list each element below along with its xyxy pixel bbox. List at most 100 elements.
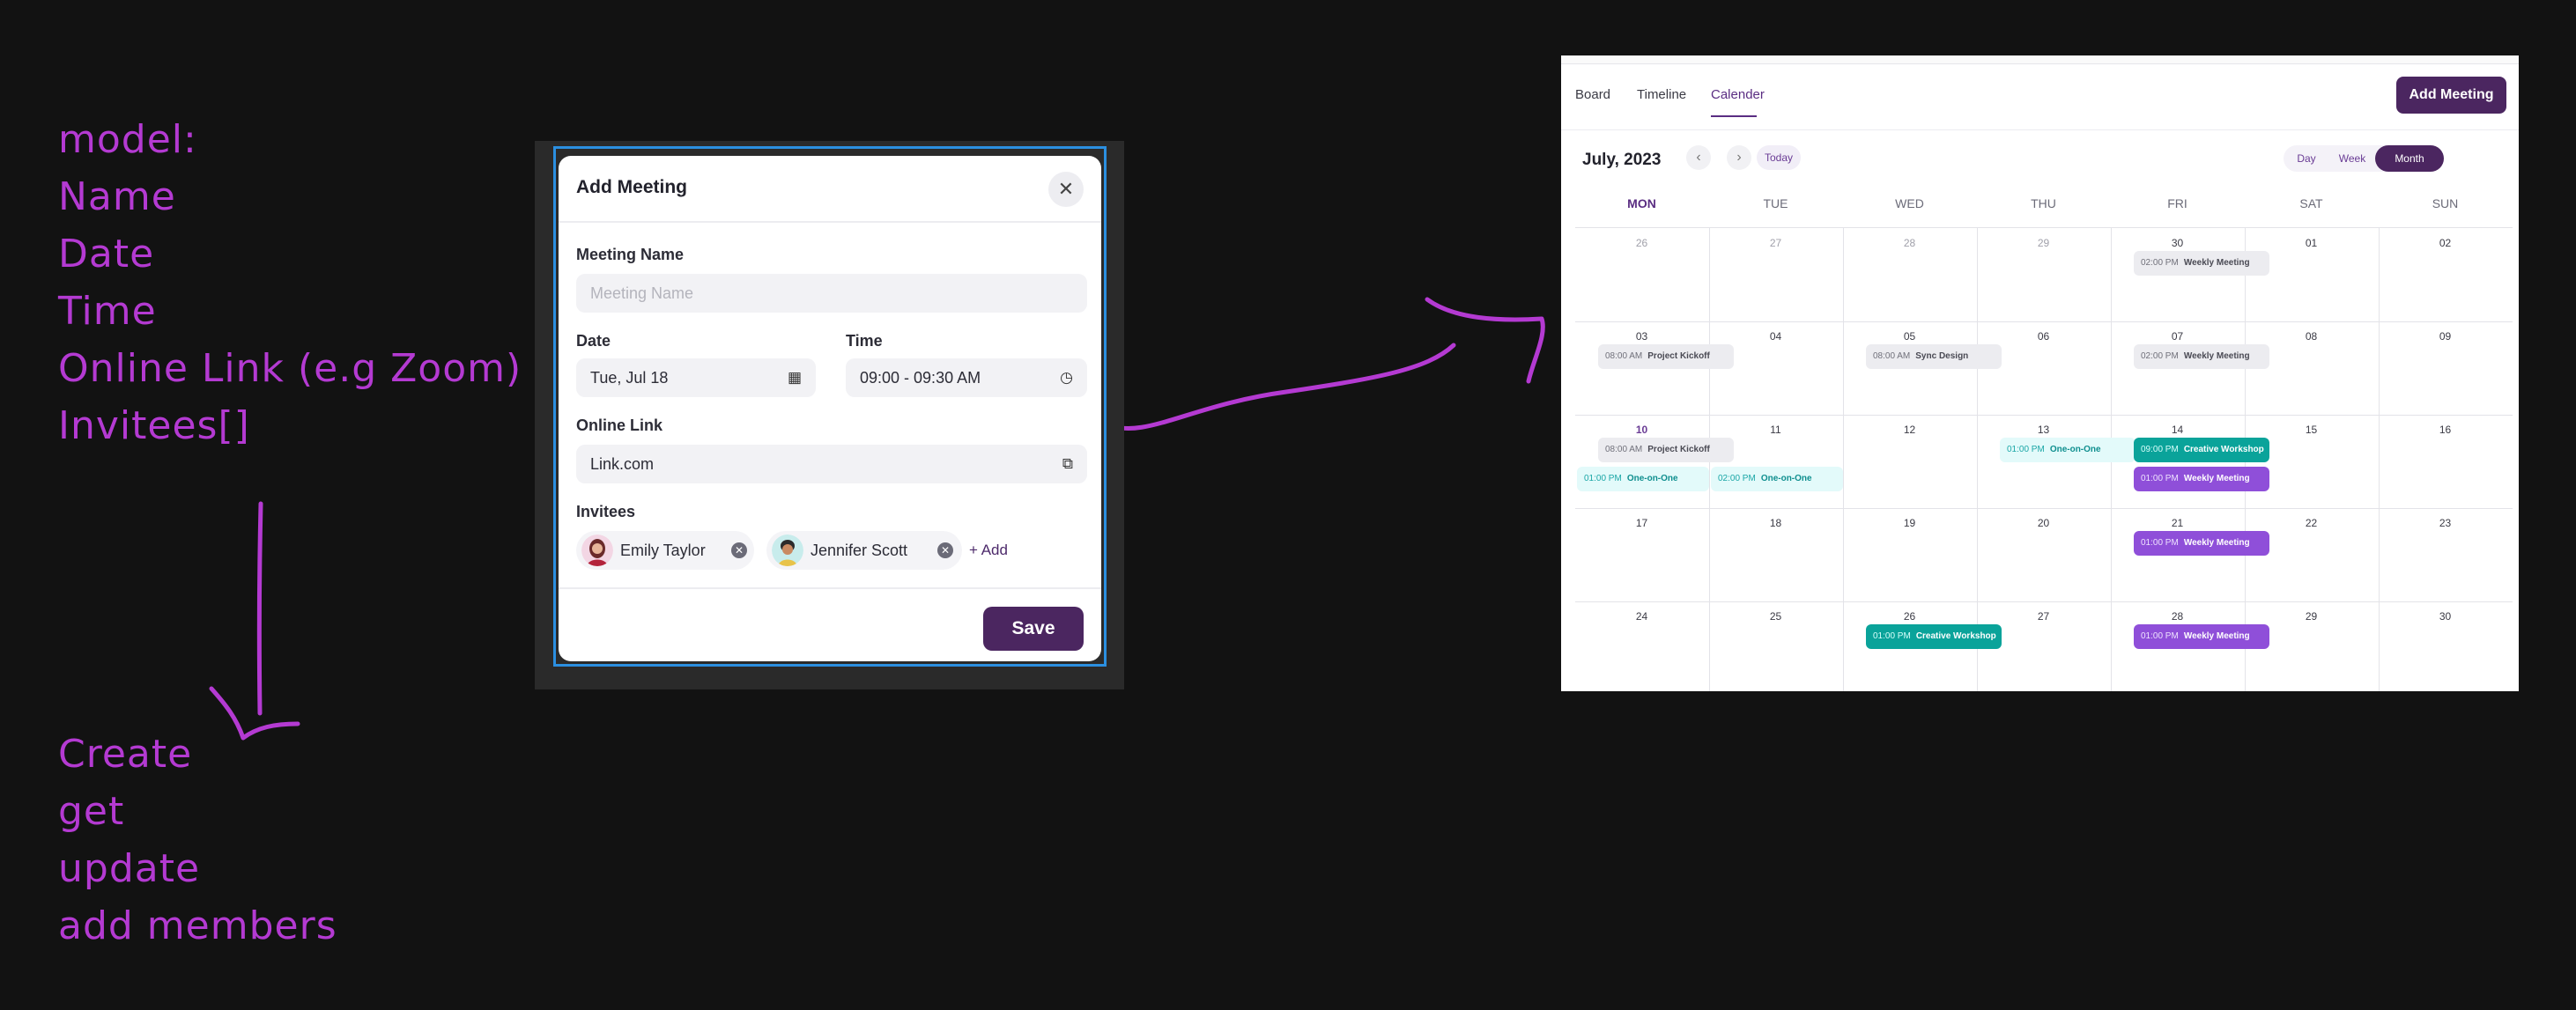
day-number[interactable]: 22 bbox=[2245, 517, 2378, 529]
day-number[interactable]: 14 bbox=[2111, 424, 2244, 436]
calendar-event[interactable]: 01:00 PM One-on-One bbox=[1577, 467, 1709, 491]
day-number[interactable]: 05 bbox=[1843, 330, 1976, 343]
calendar-event[interactable]: 02:00 PM Weekly Meeting bbox=[2134, 344, 2269, 369]
modal-title: Add Meeting bbox=[576, 177, 687, 197]
day-number[interactable]: 30 bbox=[2111, 237, 2244, 249]
grid-line bbox=[1575, 321, 2513, 322]
remove-invitee-icon[interactable]: ✕ bbox=[937, 542, 953, 558]
time-label: Time bbox=[846, 332, 883, 350]
chevron-right-icon[interactable]: › bbox=[1727, 145, 1751, 170]
meeting-name-input[interactable]: Meeting Name bbox=[576, 274, 1087, 313]
copy-icon[interactable]: ⧉ bbox=[1062, 445, 1073, 483]
day-number[interactable]: 10 bbox=[1575, 424, 1708, 436]
event-title: Project Kickoff bbox=[1647, 445, 1710, 454]
day-number[interactable]: 01 bbox=[2245, 237, 2378, 249]
day-number[interactable]: 06 bbox=[1977, 330, 2110, 343]
calendar-event[interactable]: 01:00 PM Weekly Meeting bbox=[2134, 624, 2269, 649]
day-number[interactable]: 29 bbox=[2245, 610, 2378, 623]
day-number[interactable]: 27 bbox=[1709, 237, 1842, 249]
event-time: 01:00 PM bbox=[2141, 538, 2179, 548]
invitee-chip: Emily Taylor ✕ bbox=[576, 531, 754, 570]
day-number[interactable]: 18 bbox=[1709, 517, 1842, 529]
online-link-input[interactable]: Link.com ⧉ bbox=[576, 445, 1087, 483]
weekday-header: WED bbox=[1895, 196, 1924, 210]
weekday-header: TUE bbox=[1763, 196, 1788, 210]
day-number[interactable]: 27 bbox=[1977, 610, 2110, 623]
event-time: 02:00 PM bbox=[2141, 258, 2179, 268]
day-number[interactable]: 29 bbox=[1977, 237, 2110, 249]
day-number[interactable]: 26 bbox=[1575, 237, 1708, 249]
event-title: Weekly Meeting bbox=[2183, 631, 2250, 641]
day-number[interactable]: 03 bbox=[1575, 330, 1708, 343]
view-week-button[interactable]: Week bbox=[2329, 145, 2375, 172]
online-link-value: Link.com bbox=[590, 455, 655, 473]
day-number[interactable]: 08 bbox=[2245, 330, 2378, 343]
today-button[interactable]: Today bbox=[1757, 145, 1801, 170]
calendar-event[interactable]: 01:00 PM One-on-One bbox=[2000, 438, 2136, 462]
day-number[interactable]: 02 bbox=[2379, 237, 2512, 249]
save-button[interactable]: Save bbox=[983, 607, 1084, 651]
event-time: 02:00 PM bbox=[2141, 351, 2179, 361]
event-title: Creative Workshop bbox=[1915, 631, 1996, 641]
calendar-event[interactable]: 01:00 PM Creative Workshop bbox=[1866, 624, 2002, 649]
add-meeting-button[interactable]: Add Meeting bbox=[2396, 77, 2506, 114]
day-number[interactable]: 21 bbox=[2111, 517, 2244, 529]
tab-board[interactable]: Board bbox=[1575, 87, 1610, 102]
calendar-event[interactable]: 02:00 PM Weekly Meeting bbox=[2134, 251, 2269, 276]
calendar-event[interactable]: 01:00 PM Weekly Meeting bbox=[2134, 467, 2269, 491]
day-number[interactable]: 20 bbox=[1977, 517, 2110, 529]
event-title: Project Kickoff bbox=[1647, 351, 1710, 361]
day-number[interactable]: 09 bbox=[2379, 330, 2512, 343]
event-time: 09:00 PM bbox=[2141, 445, 2179, 454]
day-number[interactable]: 28 bbox=[1843, 237, 1976, 249]
day-number[interactable]: 13 bbox=[1977, 424, 2110, 436]
day-number[interactable]: 15 bbox=[2245, 424, 2378, 436]
calendar-event[interactable]: 08:00 AM Project Kickoff bbox=[1598, 344, 1734, 369]
day-number[interactable]: 23 bbox=[2379, 517, 2512, 529]
time-value: 09:00 - 09:30 AM bbox=[860, 369, 981, 387]
time-picker[interactable]: 09:00 - 09:30 AM ◷ bbox=[846, 358, 1087, 397]
chevron-left-icon[interactable]: ‹ bbox=[1686, 145, 1711, 170]
day-number[interactable]: 26 bbox=[1843, 610, 1976, 623]
grid-line bbox=[1575, 601, 2513, 602]
add-invitee-button[interactable]: + Add bbox=[969, 542, 1008, 559]
tab-calender[interactable]: Calender bbox=[1711, 87, 1765, 102]
add-meeting-screenshot: Add Meeting ✕ Meeting Name Meeting Name … bbox=[535, 141, 1124, 689]
calendar-event[interactable]: 08:00 AM Sync Design bbox=[1866, 344, 2002, 369]
grid-line bbox=[1575, 415, 2513, 416]
day-number[interactable]: 07 bbox=[2111, 330, 2244, 343]
add-meeting-modal: Add Meeting ✕ Meeting Name Meeting Name … bbox=[559, 156, 1101, 661]
event-time: 08:00 AM bbox=[1873, 351, 1911, 361]
view-month-button[interactable]: Month bbox=[2375, 145, 2444, 172]
date-value: Tue, Jul 18 bbox=[590, 369, 669, 387]
day-number[interactable]: 12 bbox=[1843, 424, 1976, 436]
calendar-event[interactable]: 01:00 PM Weekly Meeting bbox=[2134, 531, 2269, 556]
day-number[interactable]: 28 bbox=[2111, 610, 2244, 623]
calendar-event[interactable]: 09:00 PM Creative Workshop bbox=[2134, 438, 2269, 462]
event-time: 08:00 AM bbox=[1605, 445, 1643, 454]
day-number[interactable]: 25 bbox=[1709, 610, 1842, 623]
tab-timeline[interactable]: Timeline bbox=[1637, 87, 1686, 102]
remove-invitee-icon[interactable]: ✕ bbox=[731, 542, 747, 558]
day-number[interactable]: 16 bbox=[2379, 424, 2512, 436]
event-title: One-on-One bbox=[1626, 474, 1678, 483]
day-number[interactable]: 30 bbox=[2379, 610, 2512, 623]
close-icon[interactable]: ✕ bbox=[1048, 172, 1084, 207]
day-number[interactable]: 11 bbox=[1709, 424, 1842, 436]
avatar bbox=[772, 534, 803, 566]
event-time: 01:00 PM bbox=[1584, 474, 1622, 483]
modal-footer: Save bbox=[559, 587, 1101, 661]
down-arrow-shaft bbox=[256, 501, 263, 716]
view-day-button[interactable]: Day bbox=[2284, 145, 2329, 172]
day-number[interactable]: 17 bbox=[1575, 517, 1708, 529]
day-number[interactable]: 04 bbox=[1709, 330, 1842, 343]
calendar-event[interactable]: 08:00 AM Project Kickoff bbox=[1598, 438, 1734, 462]
invitee-name: Emily Taylor bbox=[620, 542, 706, 559]
weekday-header: MON bbox=[1627, 196, 1656, 210]
modal-header: Add Meeting ✕ bbox=[559, 156, 1101, 223]
day-number[interactable]: 19 bbox=[1843, 517, 1976, 529]
online-link-label: Online Link bbox=[576, 417, 663, 434]
calendar-event[interactable]: 02:00 PM One-on-One bbox=[1711, 467, 1843, 491]
day-number[interactable]: 24 bbox=[1575, 610, 1708, 623]
date-picker[interactable]: Tue, Jul 18 ▦ bbox=[576, 358, 816, 397]
